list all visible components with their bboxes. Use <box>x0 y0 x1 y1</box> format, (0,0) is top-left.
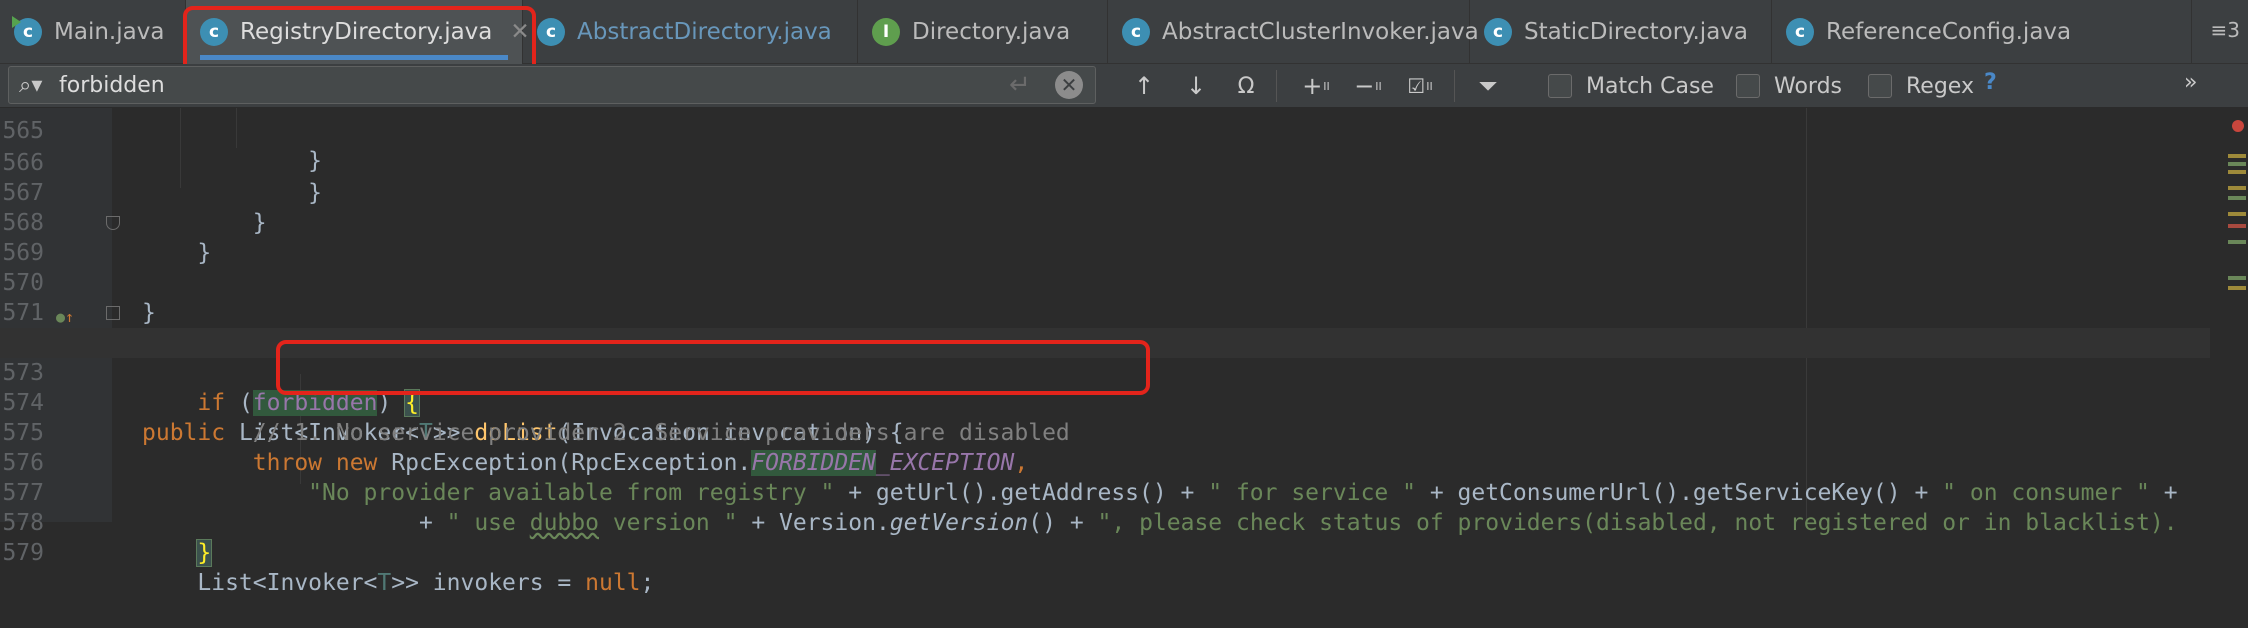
tab-label: Main.java <box>54 19 165 45</box>
tab-label: AbstractDirectory.java <box>577 19 832 45</box>
stripe-marker[interactable] <box>2228 286 2246 290</box>
tab-label: RegistryDirectory.java <box>240 19 493 45</box>
stripe-marker[interactable] <box>2228 162 2246 166</box>
abstract-class-icon: c <box>1122 18 1150 46</box>
code-line: 575 throw new RpcException(RpcException.… <box>0 388 2210 476</box>
error-indicator-icon[interactable] <box>2232 120 2244 132</box>
stripe-marker[interactable] <box>2228 154 2246 158</box>
code-line: 572 ●↑ public List<Invoker<T>> doList(In… <box>0 298 2210 446</box>
code-line: 577 + " use dubbo version " + Version.ge… <box>0 448 2210 536</box>
tab-overflow-menu[interactable]: ≡3 <box>2211 18 2240 42</box>
tab-label: StaticDirectory.java <box>1524 19 1748 45</box>
code-line: 565 } <box>0 86 2210 174</box>
code-line: 576 "No provider available from registry… <box>0 418 2210 506</box>
stripe-marker[interactable] <box>2228 196 2246 200</box>
class-icon: c <box>1484 18 1512 46</box>
class-icon: c <box>200 18 228 46</box>
tab-label: Directory.java <box>912 19 1071 45</box>
stripe-marker[interactable] <box>2228 224 2246 228</box>
code-line-current: 573 if (forbidden) { <box>0 328 2210 417</box>
run-class-icon: c <box>12 16 42 46</box>
abstract-class-icon: c <box>537 18 565 46</box>
tab-directory-java[interactable]: I Directory.java <box>858 0 1108 64</box>
tab-abstractdirectory-java[interactable]: c AbstractDirectory.java <box>523 0 858 64</box>
tab-registrydirectory-java[interactable]: c RegistryDirectory.java ✕ <box>186 0 530 64</box>
stripe-marker[interactable] <box>2228 212 2246 216</box>
code-line: 579 List<Invoker<T>> invokers = null; <box>0 508 2210 596</box>
code-line: 571 @Override <box>0 268 2210 356</box>
code-line: 570 <box>0 238 2210 296</box>
editor-tab-bar: c Main.java c RegistryDirectory.java ✕ c… <box>0 0 2248 64</box>
code-line: 566 } <box>0 118 2210 206</box>
fold-marker-icon[interactable] <box>106 216 120 230</box>
code-line: 568 } <box>0 178 2210 266</box>
stripe-marker[interactable] <box>2228 186 2246 190</box>
stripe-marker[interactable] <box>2228 240 2246 244</box>
tab-main-java[interactable]: c Main.java <box>0 0 186 64</box>
fold-marker-icon[interactable] <box>106 306 120 320</box>
stripe-marker[interactable] <box>2228 170 2246 174</box>
code-editor[interactable]: 565 } 566 } 567 } 568 } 569 } 570 571 @O… <box>0 108 2248 596</box>
code-line: 574 // 1. No service provider 2. Service… <box>0 358 2210 446</box>
code-text: } <box>196 539 213 567</box>
code-line: 569 } <box>0 208 2210 326</box>
interface-icon: I <box>872 18 900 46</box>
tab-referenceconfig-java[interactable]: c ReferenceConfig.java <box>1772 0 2192 64</box>
code-text: List<Invoker<T>> invokers = null; <box>142 570 655 596</box>
code-line: 567 } <box>0 148 2210 236</box>
tab-abstractclusterinvoker-java[interactable]: c AbstractClusterInvoker.java <box>1108 0 1479 64</box>
class-icon: c <box>1786 18 1814 46</box>
tab-label: AbstractClusterInvoker.java <box>1162 19 1479 45</box>
tab-staticdirectory-java[interactable]: c StaticDirectory.java <box>1470 0 1772 64</box>
tab-label: ReferenceConfig.java <box>1826 19 2072 45</box>
code-line: 578 } <box>0 478 2210 567</box>
line-number: 579 <box>2 540 44 566</box>
stripe-marker[interactable] <box>2228 276 2246 280</box>
